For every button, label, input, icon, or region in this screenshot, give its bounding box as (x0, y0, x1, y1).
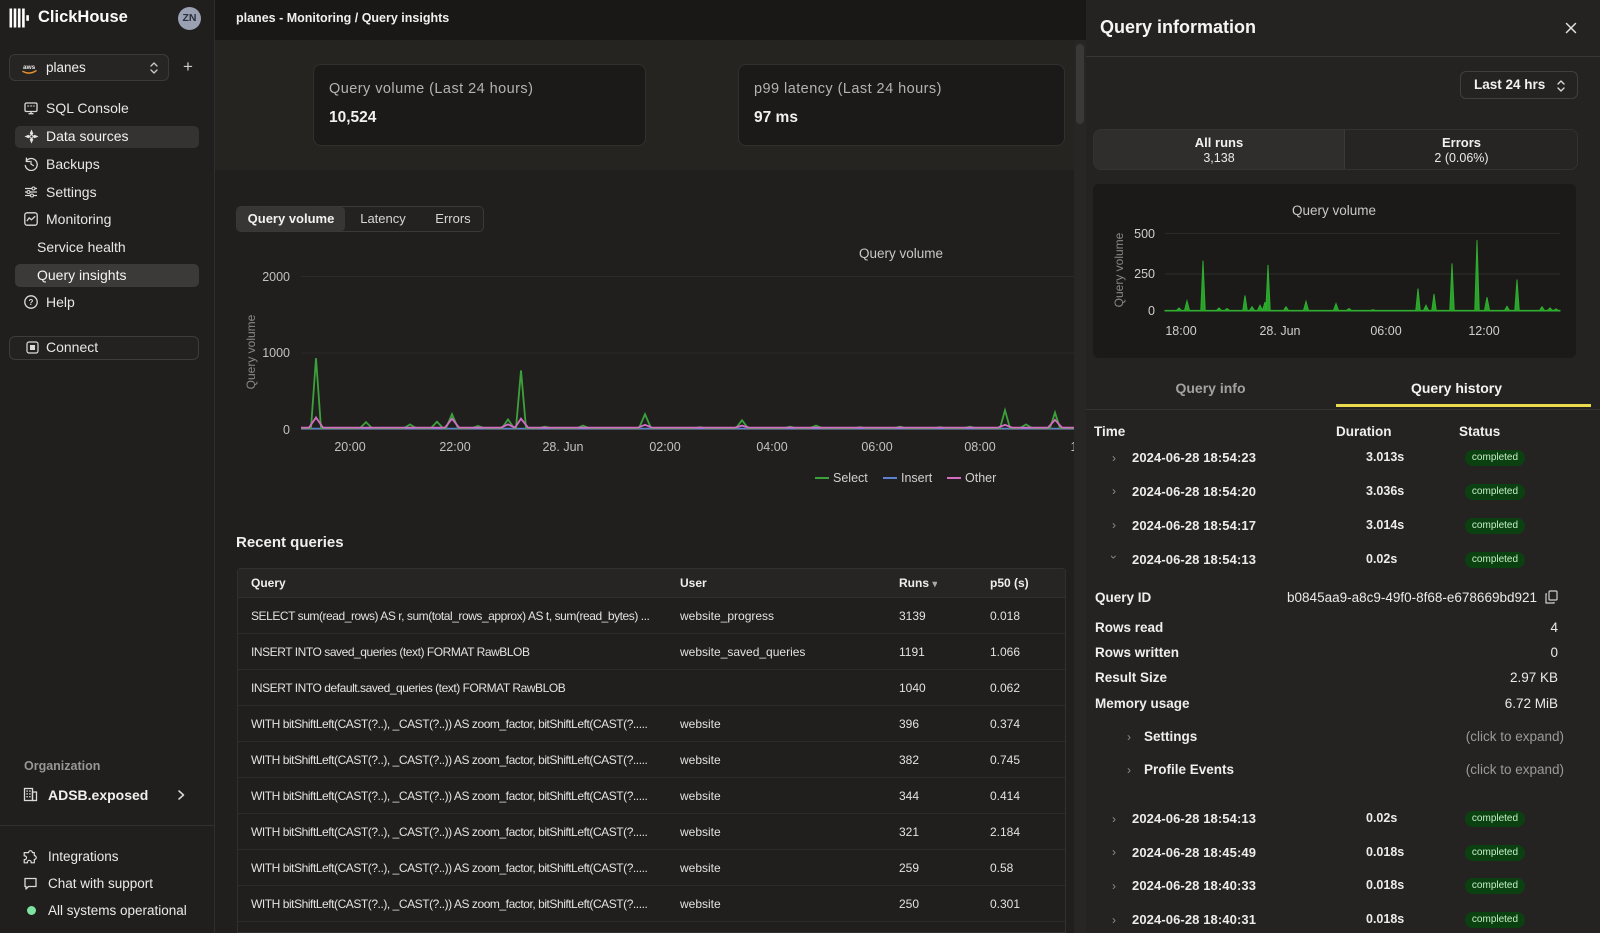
svg-text:0: 0 (283, 423, 290, 437)
svg-text:Query volume: Query volume (1112, 232, 1126, 307)
svg-text:2000: 2000 (262, 270, 290, 284)
svg-text:04:00: 04:00 (756, 440, 787, 454)
svg-text:18:00: 18:00 (1165, 324, 1196, 338)
svg-text:20:00: 20:00 (334, 440, 365, 454)
svg-text:Insert: Insert (901, 471, 933, 485)
svg-text:06:00: 06:00 (861, 440, 892, 454)
svg-text:Select: Select (833, 471, 868, 485)
svg-text:06:00: 06:00 (1370, 324, 1401, 338)
svg-text:12:00: 12:00 (1468, 324, 1499, 338)
svg-text:1000: 1000 (262, 346, 290, 360)
svg-text:?: ? (29, 298, 34, 307)
svg-text:250: 250 (1134, 267, 1155, 281)
svg-text:500: 500 (1134, 227, 1155, 241)
svg-text:28. Jun: 28. Jun (1259, 324, 1300, 338)
svg-text:aws: aws (23, 64, 36, 71)
svg-text:28. Jun: 28. Jun (542, 440, 583, 454)
svg-text:Query volume: Query volume (1292, 203, 1376, 218)
svg-text:08:00: 08:00 (964, 440, 995, 454)
svg-text:22:00: 22:00 (439, 440, 470, 454)
svg-text:0: 0 (1148, 304, 1155, 318)
svg-text:Other: Other (965, 471, 996, 485)
svg-text:02:00: 02:00 (649, 440, 680, 454)
svg-text:Query volume: Query volume (244, 314, 258, 389)
svg-text:Query volume: Query volume (859, 246, 943, 261)
